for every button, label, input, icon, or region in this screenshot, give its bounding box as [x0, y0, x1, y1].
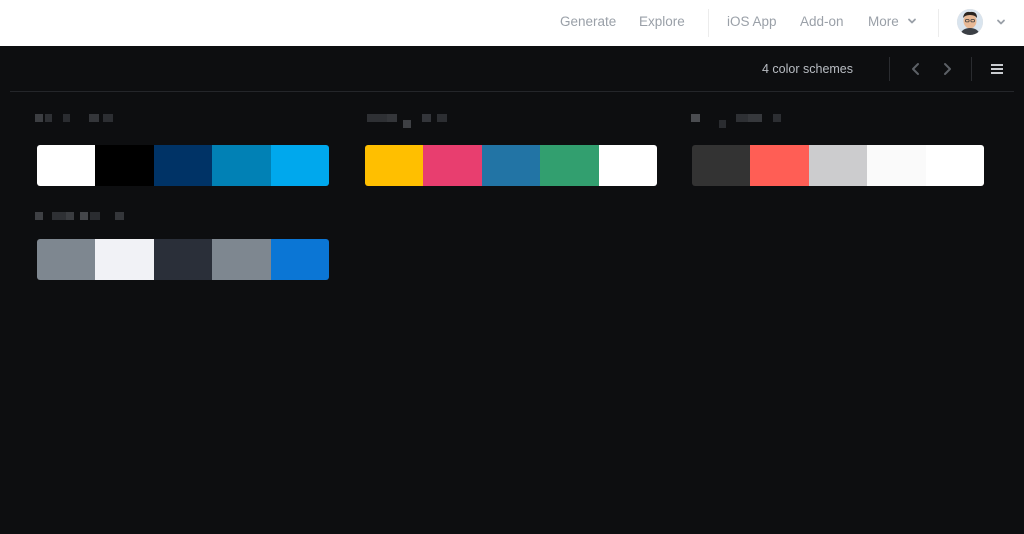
color-swatch[interactable] — [365, 145, 424, 186]
color-scheme-count: 4 color schemes — [762, 62, 854, 76]
color-swatch[interactable] — [95, 239, 154, 280]
color-palette[interactable] — [692, 145, 984, 186]
nav-ios-app-link[interactable]: iOS App — [727, 0, 777, 46]
toolbar-divider — [889, 57, 890, 81]
color-swatch[interactable] — [37, 145, 96, 186]
color-swatch[interactable] — [212, 145, 271, 186]
nav-more-label: More — [868, 14, 899, 29]
nav-divider — [938, 9, 939, 37]
toolbar-separator-line — [10, 91, 1014, 92]
color-swatch[interactable] — [692, 145, 751, 186]
nav-divider — [708, 9, 709, 37]
avatar-image — [957, 9, 983, 35]
hamburger-menu-icon[interactable] — [987, 59, 1007, 79]
color-swatch[interactable] — [153, 145, 213, 186]
color-swatch[interactable] — [481, 145, 541, 186]
chevron-left-icon[interactable] — [906, 59, 926, 79]
color-swatch[interactable] — [153, 239, 213, 280]
nav-generate-link[interactable]: Generate — [560, 0, 616, 46]
scheme-title-redacted — [35, 212, 127, 226]
toolbar-divider — [971, 57, 972, 81]
nav-more-menu[interactable]: More — [868, 0, 917, 46]
color-swatch[interactable] — [270, 145, 329, 186]
color-swatch[interactable] — [598, 145, 657, 186]
color-palette[interactable] — [365, 145, 657, 186]
color-swatch[interactable] — [37, 239, 96, 280]
color-swatch[interactable] — [423, 145, 482, 186]
nav-explore-link[interactable]: Explore — [639, 0, 685, 46]
color-swatch[interactable] — [750, 145, 809, 186]
scheme-title-redacted — [691, 114, 786, 128]
user-avatar[interactable] — [957, 9, 983, 35]
color-swatch[interactable] — [540, 145, 599, 186]
scheme-title-redacted — [367, 114, 457, 128]
chevron-right-icon[interactable] — [937, 59, 957, 79]
color-swatch[interactable] — [212, 239, 271, 280]
color-palette[interactable] — [37, 145, 329, 186]
color-swatch[interactable] — [95, 145, 154, 186]
chevron-down-icon — [907, 19, 916, 24]
color-swatch[interactable] — [867, 145, 926, 186]
color-palette[interactable] — [37, 239, 329, 280]
nav-add-on-link[interactable]: Add-on — [800, 0, 844, 46]
color-swatch[interactable] — [270, 239, 329, 280]
scheme-title-redacted — [35, 114, 125, 128]
top-navigation-bar: Generate Explore iOS App Add-on More — [0, 0, 1024, 46]
color-swatch[interactable] — [808, 145, 868, 186]
color-swatch[interactable] — [925, 145, 984, 186]
account-chevron-down-icon[interactable] — [995, 16, 1007, 28]
